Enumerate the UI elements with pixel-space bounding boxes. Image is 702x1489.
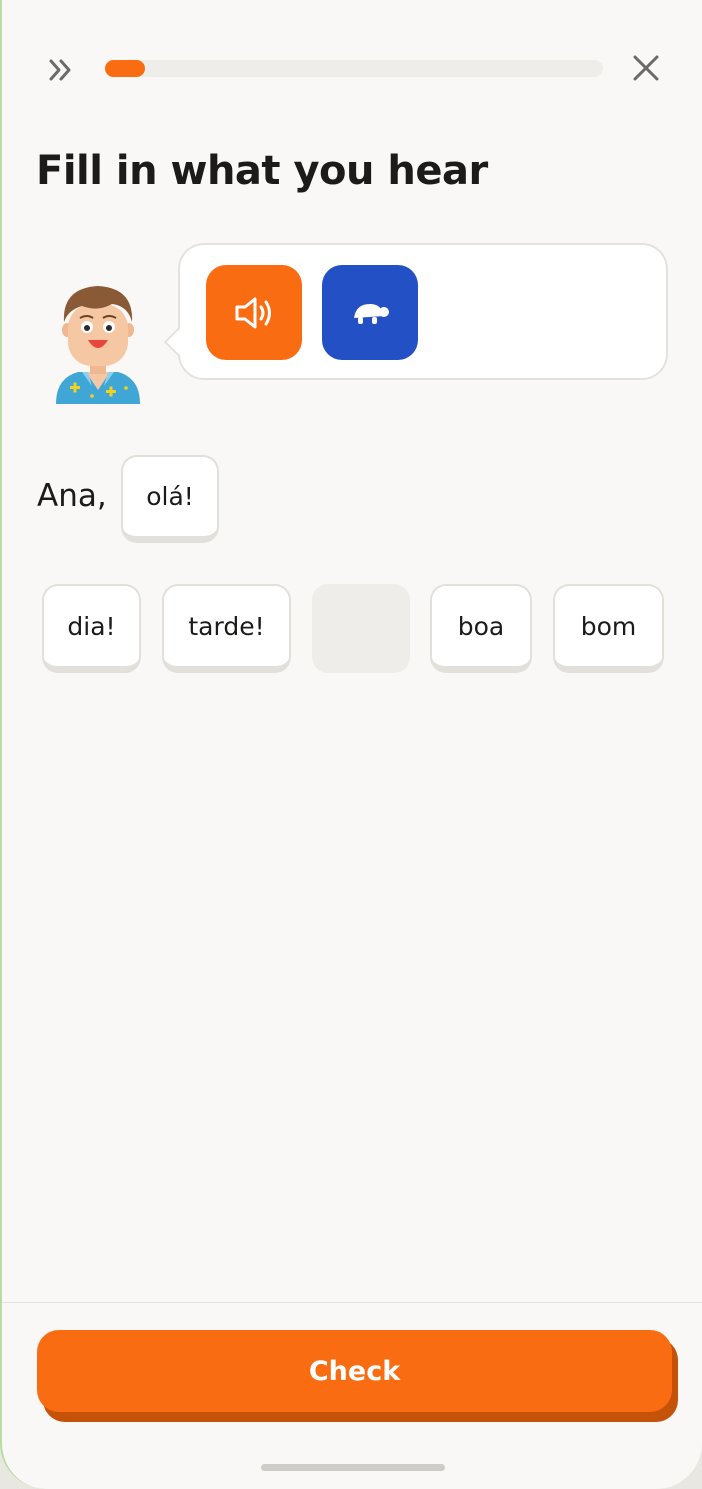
speaker-icon	[235, 297, 271, 328]
progress-fill	[105, 60, 145, 77]
turtle-icon	[354, 303, 389, 324]
home-indicator	[261, 1464, 445, 1471]
word-bank-tile[interactable]: tarde!	[162, 584, 291, 673]
skip-button[interactable]	[40, 50, 80, 90]
double-chevron-right-icon	[49, 59, 71, 81]
page-title: Fill in what you hear	[36, 148, 488, 194]
answer-tile[interactable]: olá!	[121, 455, 219, 543]
word-bank-tile[interactable]: boa	[430, 584, 532, 673]
word-bank-empty-slot	[312, 584, 410, 673]
lesson-screen: Fill in what you hear Ana, olá! dia! tar…	[0, 0, 702, 1489]
play-audio-button[interactable]	[206, 265, 302, 360]
close-button[interactable]	[626, 48, 666, 88]
character-avatar	[56, 286, 140, 404]
progress-bar	[105, 60, 603, 77]
close-icon	[633, 55, 659, 81]
sentence-prefix: Ana,	[37, 478, 107, 514]
footer-divider	[2, 1302, 702, 1303]
play-slow-audio-button[interactable]	[322, 265, 418, 360]
check-button[interactable]: Check	[37, 1330, 672, 1412]
word-bank-tile[interactable]: dia!	[42, 584, 141, 673]
word-bank-tile[interactable]: bom	[553, 584, 664, 673]
